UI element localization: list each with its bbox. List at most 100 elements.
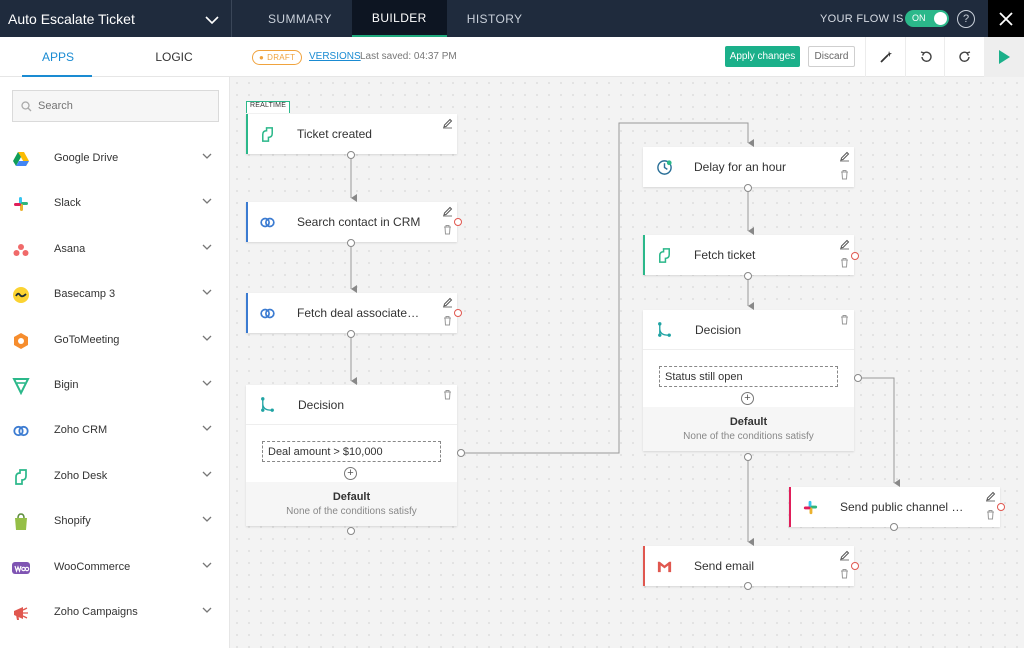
default-output-port[interactable] [744, 453, 752, 461]
trash-icon[interactable] [839, 169, 850, 180]
node-ticket-created[interactable]: Ticket created [246, 114, 457, 154]
node-output-port[interactable] [890, 523, 898, 531]
app-name: Zoho Campaigns [54, 605, 138, 618]
draft-badge: ● DRAFT [252, 50, 303, 65]
node-output-port[interactable] [347, 151, 355, 159]
node-search-contact[interactable]: Search contact in CRM [246, 202, 457, 242]
discard-button[interactable]: Discard [808, 46, 855, 67]
zoho-campaigns-icon [14, 606, 28, 620]
trash-icon[interactable] [442, 224, 453, 235]
node-error-port[interactable] [851, 562, 859, 570]
node-label: Fetch deal associated ... [297, 306, 425, 320]
node-output-port[interactable] [347, 330, 355, 338]
sidebar-item-asana[interactable]: Asana [0, 228, 230, 273]
slack-icon [803, 500, 818, 515]
help-icon[interactable]: ? [957, 10, 975, 28]
node-error-port[interactable] [997, 503, 1005, 511]
zoho-desk-icon [659, 248, 670, 263]
sidebar-item-google-drive[interactable]: Google Drive [0, 137, 230, 182]
woocommerce-icon [12, 561, 30, 574]
add-condition-button[interactable]: + [741, 392, 754, 405]
flow-on-toggle[interactable]: ON [905, 10, 949, 27]
edit-icon[interactable] [442, 297, 453, 308]
node-error-port[interactable] [454, 309, 462, 317]
condition-deal-amount[interactable]: Deal amount > $10,000 [262, 441, 441, 462]
default-output-port[interactable] [347, 527, 355, 535]
trash-icon[interactable] [442, 315, 453, 326]
tab-summary[interactable]: SUMMARY [248, 0, 352, 37]
condition-status-open[interactable]: Status still open [659, 366, 838, 387]
trash-icon[interactable] [839, 257, 850, 268]
sidebar-item-slack[interactable]: Slack [0, 182, 230, 227]
draft-label: DRAFT [267, 53, 296, 62]
tab-apps[interactable]: APPS [0, 37, 116, 77]
node-output-port[interactable] [744, 582, 752, 590]
basecamp-icon [13, 287, 29, 304]
default-branch[interactable]: Default None of the conditions satisfy [246, 482, 457, 526]
node-output-port[interactable] [744, 272, 752, 280]
node-fetch-ticket[interactable]: Fetch ticket [643, 235, 854, 275]
node-send-slack-message[interactable]: Send public channel m... [789, 487, 1000, 527]
branch-icon [261, 397, 274, 412]
close-button[interactable] [988, 0, 1024, 37]
node-decision-status[interactable]: Decision Status still open + Default Non… [643, 310, 854, 451]
tab-history[interactable]: HISTORY [447, 0, 543, 37]
trash-icon[interactable] [985, 509, 996, 520]
redo-button[interactable] [944, 37, 984, 77]
sidebar-item-shopify[interactable]: Shopify [0, 500, 230, 545]
edit-icon[interactable] [442, 118, 453, 129]
node-send-email[interactable]: Send email [643, 546, 854, 586]
sidebar-item-zoho-campaigns[interactable]: Zoho Campaigns [0, 591, 230, 636]
default-branch[interactable]: Default None of the conditions satisfy [643, 407, 854, 451]
node-accent-bar [246, 202, 248, 242]
node-label: Decision [695, 323, 742, 337]
condition-output-port[interactable] [854, 374, 862, 382]
node-accent-bar [246, 114, 248, 154]
magic-wand-button[interactable] [865, 37, 905, 77]
apply-changes-button[interactable]: Apply changes [725, 46, 800, 67]
run-flow-button[interactable] [984, 37, 1024, 77]
undo-button[interactable] [905, 37, 945, 77]
tab-logic[interactable]: LOGIC [116, 37, 232, 77]
edit-icon[interactable] [985, 491, 996, 502]
branch-icon [658, 322, 671, 337]
edit-icon[interactable] [839, 239, 850, 250]
sidebar-item-gotomeeting[interactable]: GoToMeeting [0, 319, 230, 364]
add-condition-button[interactable]: + [344, 467, 357, 480]
versions-link[interactable]: VERSIONS [309, 51, 361, 62]
chevron-down-icon [205, 12, 219, 28]
node-delay[interactable]: Delay for an hour [643, 147, 854, 187]
tab-builder[interactable]: BUILDER [351, 0, 447, 37]
edit-icon[interactable] [442, 206, 453, 217]
search-box[interactable] [12, 90, 219, 122]
sidebar-item-woocommerce[interactable]: WooCommerce [0, 546, 230, 591]
app-name: Basecamp 3 [54, 288, 116, 301]
trash-icon[interactable] [839, 314, 850, 325]
search-input[interactable] [38, 100, 198, 112]
node-error-port[interactable] [454, 218, 462, 226]
node-output-port[interactable] [744, 184, 752, 192]
default-title: Default [332, 491, 371, 503]
flow-canvas[interactable] [231, 77, 1024, 648]
node-label: Decision [298, 398, 345, 412]
default-title: Default [729, 416, 768, 428]
edit-icon[interactable] [839, 550, 850, 561]
app-name: GoToMeeting [54, 333, 120, 346]
sidebar-item-bigin[interactable]: Bigin [0, 364, 230, 409]
trash-icon[interactable] [442, 389, 453, 400]
sidebar-item-zoho-crm[interactable]: Zoho CRM [0, 409, 230, 454]
node-output-port[interactable] [347, 239, 355, 247]
node-accent-bar [643, 546, 645, 586]
sidebar-item-zoho-desk[interactable]: Zoho Desk [0, 455, 230, 500]
gotomeeting-icon [14, 332, 28, 349]
chevron-down-icon [202, 425, 212, 432]
flow-title-dropdown[interactable]: Auto Escalate Ticket [0, 0, 232, 37]
condition-output-port[interactable] [457, 449, 465, 457]
node-fetch-deal[interactable]: Fetch deal associated ... [246, 293, 457, 333]
node-error-port[interactable] [851, 252, 859, 260]
sidebar-item-basecamp[interactable]: Basecamp 3 [0, 273, 230, 318]
trash-icon[interactable] [839, 568, 850, 579]
edit-icon[interactable] [839, 151, 850, 162]
node-decision-deal-amount[interactable]: Decision Deal amount > $10,000 + Default… [246, 385, 457, 526]
app-name: Asana [54, 242, 86, 255]
